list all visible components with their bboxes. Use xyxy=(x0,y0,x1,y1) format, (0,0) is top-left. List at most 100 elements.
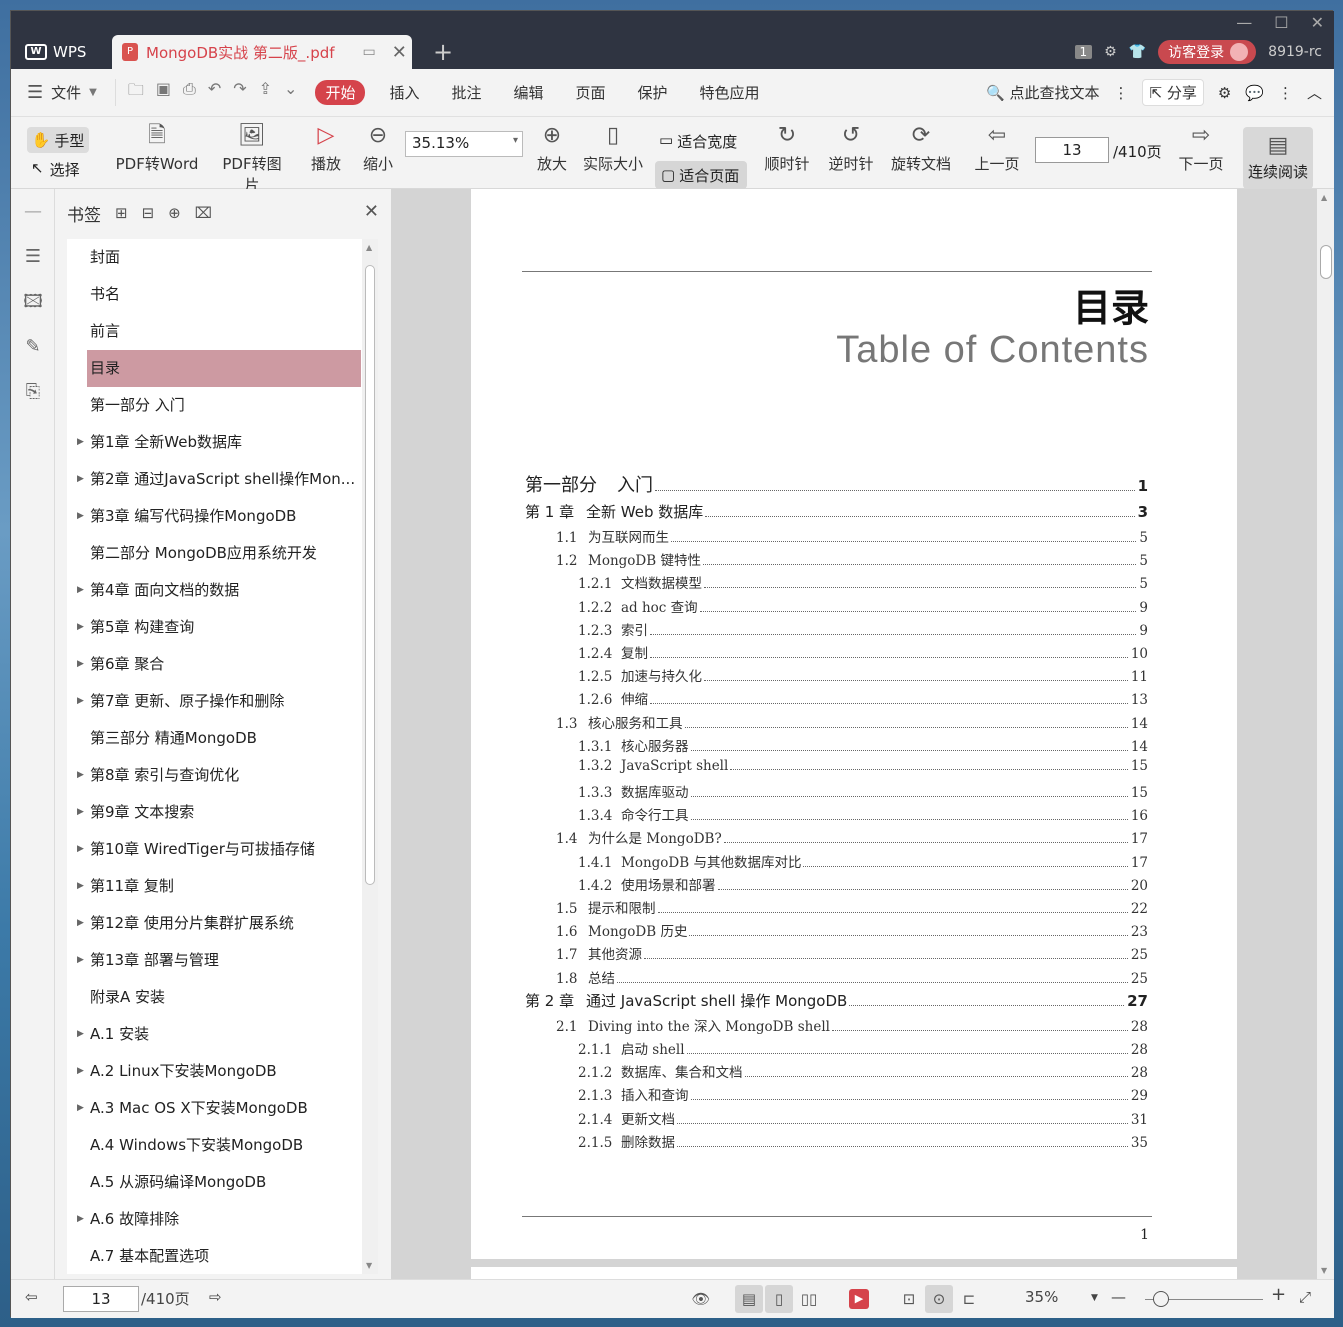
toc-entry[interactable]: 2.1.5 删除数据 35 xyxy=(525,1131,1148,1154)
expand-arrow-icon[interactable]: ▶ xyxy=(77,868,84,905)
bookmark-item[interactable]: 第三部分 精通MongoDB xyxy=(67,720,362,757)
document-scrollbar[interactable]: ▲ ▼ xyxy=(1317,189,1334,1279)
two-page-view-icon[interactable]: ▯▯ xyxy=(795,1285,823,1313)
close-window-icon[interactable]: ✕ xyxy=(1311,13,1324,32)
skin-shirt-icon[interactable]: 👕 xyxy=(1129,44,1146,60)
bookmark-item[interactable]: ▶ 第5章 构建查询 xyxy=(67,609,362,646)
more-options-icon[interactable]: ⋮ xyxy=(1278,84,1293,102)
bookmark-item[interactable]: ▶ 第9章 文本搜索 xyxy=(67,794,362,831)
document-scroll-thumb[interactable] xyxy=(1320,245,1332,279)
tab-protect[interactable]: 保护 xyxy=(638,82,668,103)
expand-arrow-icon[interactable]: ▶ xyxy=(77,461,84,498)
tab-start[interactable]: 开始 xyxy=(315,80,366,105)
expand-arrow-icon[interactable]: ▶ xyxy=(77,646,84,683)
thumbnail-image-icon[interactable]: 🖾 xyxy=(11,279,55,324)
close-tab-icon[interactable]: ✕ xyxy=(392,42,407,63)
expand-arrow-icon[interactable]: ▶ xyxy=(77,424,84,461)
toc-entry[interactable]: 1.4 为什么是 MongoDB? 17 xyxy=(525,827,1148,850)
status-next-page-icon[interactable]: ⇨ xyxy=(209,1288,222,1306)
bookmark-item[interactable]: ▶ 第8章 索引与查询优化 xyxy=(67,757,362,794)
export-icon[interactable]: ⇪ xyxy=(259,79,272,106)
continuous-view-icon[interactable]: ▤ xyxy=(735,1285,763,1313)
play-slideshow-icon[interactable]: ▶ xyxy=(849,1289,869,1309)
toc-entry[interactable]: 1.3.4 命令行工具 16 xyxy=(525,804,1148,827)
rotate-clockwise-button[interactable]: ↻ 顺时针 xyxy=(761,121,813,174)
tab-page[interactable]: 页面 xyxy=(576,82,606,103)
actual-size-button[interactable]: ▯ 实际大小 xyxy=(581,121,645,174)
previous-page-button[interactable]: ⇦ 上一页 xyxy=(971,121,1023,174)
undo-icon[interactable]: ↶ xyxy=(208,79,221,106)
expand-arrow-icon[interactable]: ▶ xyxy=(77,831,84,868)
zoom-in-button[interactable]: ⊕ 放大 xyxy=(533,121,571,174)
fit-width-status-icon[interactable]: ⊏ xyxy=(955,1285,983,1313)
bookmark-item[interactable]: A.5 从源码编译MongoDB xyxy=(67,1164,362,1201)
redo-icon[interactable]: ↷ xyxy=(233,79,246,106)
toc-entry[interactable]: 2.1 Diving into the 深入 MongoDB shell 28 xyxy=(525,1015,1148,1038)
toc-entry[interactable]: 1.2.2 ad hoc 查询 9 xyxy=(525,596,1148,619)
login-button[interactable]: 访客登录 xyxy=(1158,40,1257,64)
bookmark-item[interactable]: ▶ 第4章 面向文档的数据 xyxy=(67,572,362,609)
bookmark-item[interactable]: ▶ A.1 安装 xyxy=(67,1016,362,1053)
expand-arrow-icon[interactable]: ▶ xyxy=(77,683,84,720)
toc-entry[interactable]: 1.2.1 文档数据模型 5 xyxy=(525,572,1148,595)
more-vertical-icon[interactable]: ⋮ xyxy=(1113,84,1128,102)
toc-entry[interactable]: 1.2.6 伸缩 13 xyxy=(525,688,1148,711)
toc-entry[interactable]: 第 1 章全新 Web 数据库 3 xyxy=(525,501,1148,526)
bookmark-item[interactable]: ▶ 第11章 复制 xyxy=(67,868,362,905)
zoom-slider-knob[interactable] xyxy=(1153,1291,1169,1307)
bookmark-item[interactable]: ▶ 第2章 通过JavaScript shell操作Mon... xyxy=(67,461,362,498)
rotate-counterclockwise-button[interactable]: ↺ 逆时针 xyxy=(825,121,877,174)
bookmark-item[interactable]: ▶ 第3章 编写代码操作MongoDB xyxy=(67,498,362,535)
tab-annotate[interactable]: 批注 xyxy=(451,82,481,103)
bookmark-scrollbar[interactable]: ▲ ▼ xyxy=(362,239,378,1274)
toc-entry[interactable]: 2.1.1 启动 shell 28 xyxy=(525,1038,1148,1061)
expand-arrow-icon[interactable]: ▶ xyxy=(77,1201,84,1238)
bookmark-item[interactable]: 目录 xyxy=(87,350,361,387)
bookmark-scroll-thumb[interactable] xyxy=(365,265,375,885)
scroll-up-icon[interactable]: ▲ xyxy=(366,243,372,252)
toc-entry[interactable]: 1.4.1 MongoDB 与其他数据库对比 17 xyxy=(525,851,1148,874)
expand-arrow-icon[interactable]: ▶ xyxy=(77,1090,84,1127)
pdf-to-image-button[interactable]: 🖼 PDF转图片 xyxy=(215,121,289,195)
zoom-level[interactable]: 35% xyxy=(1025,1288,1058,1306)
bookmark-item[interactable]: ▶ A.2 Linux下安装MongoDB xyxy=(67,1053,362,1090)
toc-entry[interactable]: 第一部分 入门 1 xyxy=(525,471,1148,501)
more-chevron-icon[interactable]: ⌄ xyxy=(284,79,297,106)
status-page-input[interactable]: 13 xyxy=(63,1286,139,1312)
bookmark-item[interactable]: ▶ 第13章 部署与管理 xyxy=(67,942,362,979)
zoom-select[interactable]: 35.13% xyxy=(405,131,523,157)
comment-icon[interactable]: 💬 xyxy=(1245,84,1264,102)
expand-all-icon[interactable]: ⊞ xyxy=(115,204,128,222)
single-page-view-icon[interactable]: ▯ xyxy=(765,1285,793,1313)
bookmark-item[interactable]: ▶ 第7章 更新、原子操作和删除 xyxy=(67,683,362,720)
fullscreen-icon[interactable]: ⤢ xyxy=(1299,1288,1311,1306)
actual-size-status-icon[interactable]: ⊡ xyxy=(895,1285,923,1313)
bookmark-item[interactable]: 第一部分 入门 xyxy=(67,387,362,424)
expand-arrow-icon[interactable]: ▶ xyxy=(77,1016,84,1053)
pdf-to-word-button[interactable]: 🗎 PDF转Word xyxy=(115,121,199,174)
collapse-all-icon[interactable]: ⊟ xyxy=(142,204,155,222)
bookmark-item[interactable]: A.7 基本配置选项 xyxy=(67,1238,362,1274)
pin-tab-icon[interactable]: ▭ xyxy=(363,44,376,60)
rotate-document-button[interactable]: ⟳ 旋转文档 xyxy=(887,121,955,174)
bookmark-item[interactable]: 附录A 安装 xyxy=(67,979,362,1016)
toc-entry[interactable]: 1.5 提示和限制 22 xyxy=(525,897,1148,920)
file-menu[interactable]: ☰ 文件 ▼ xyxy=(27,82,97,103)
bookmark-item[interactable]: ▶ 第10章 WiredTiger与可拔插存储 xyxy=(67,831,362,868)
toc-entry[interactable]: 1.8 总结 25 xyxy=(525,967,1148,990)
doc-scroll-up-icon[interactable]: ▲ xyxy=(1321,193,1327,202)
print-icon[interactable]: ⎙ xyxy=(183,79,196,106)
page-number-input[interactable]: 13 xyxy=(1035,137,1109,163)
doc-scroll-down-icon[interactable]: ▼ xyxy=(1321,1266,1327,1275)
bookmark-item[interactable]: 书名 xyxy=(67,276,362,313)
toc-entry[interactable]: 1.3.3 数据库驱动 15 xyxy=(525,781,1148,804)
bookmark-item[interactable]: ▶ A.3 Mac OS X下安装MongoDB xyxy=(67,1090,362,1127)
toc-entry[interactable]: 2.1.3 插入和查询 29 xyxy=(525,1084,1148,1107)
bookmark-item[interactable]: 前言 xyxy=(67,313,362,350)
toc-entry[interactable]: 1.3.1 核心服务器 14 xyxy=(525,735,1148,758)
toc-entry[interactable]: 1.1 为互联网而生 5 xyxy=(525,526,1148,549)
bookmark-list-icon[interactable]: ☰ xyxy=(11,234,55,279)
zoom-dropdown-icon[interactable]: ▼ xyxy=(1091,1293,1098,1303)
bookmark-item[interactable]: ▶ 第6章 聚合 xyxy=(67,646,362,683)
toc-entry[interactable]: 1.2.3 索引 9 xyxy=(525,619,1148,642)
